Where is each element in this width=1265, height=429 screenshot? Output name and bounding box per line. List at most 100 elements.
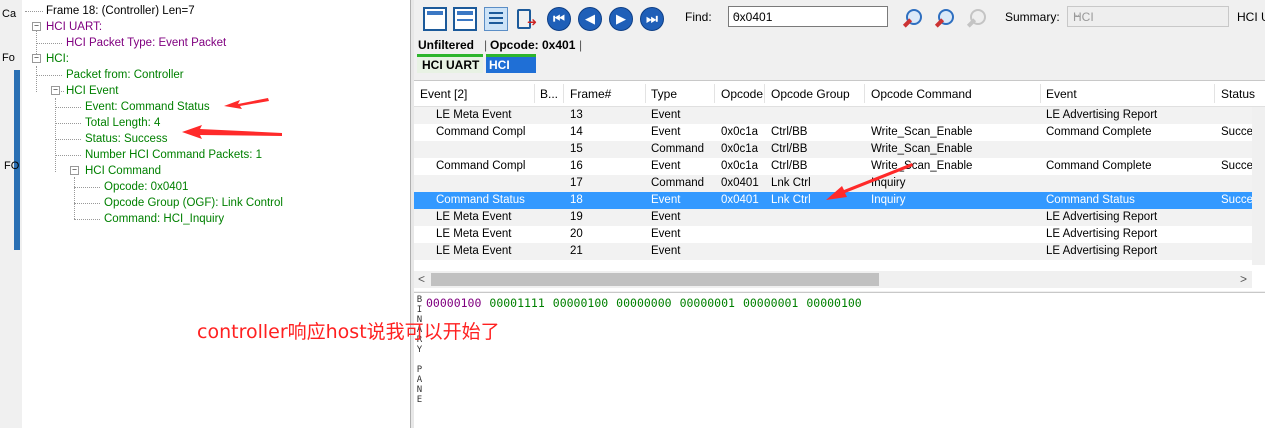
find-clear-icon[interactable] [966,8,989,30]
binary-pane-label: BINARY PANE [416,295,423,405]
column-divider[interactable] [764,84,765,103]
binary-bytes: 00000100 00001111 00000100 00000000 00000001… [426,296,870,310]
first-frame-icon[interactable]: ⏮ [547,7,571,31]
tree-node-hci[interactable]: HCI: [46,52,69,66]
tree-node-packet-from[interactable]: Packet from: Controller [66,68,184,82]
column-divider[interactable] [714,84,715,103]
tree-node-num-packets[interactable]: Number HCI Command Packets: 1 [85,148,262,162]
layout-one-pane-icon[interactable] [423,7,447,31]
tree-guide [74,187,100,188]
collapse-icon[interactable]: − [51,86,60,95]
table-row[interactable]: LE Meta Event 13 Event LE Advertising Repor… [414,107,1252,124]
tree-guide [55,107,81,108]
chevron-down-icon[interactable]: ⌄ [1073,9,1225,20]
column-header-frame[interactable]: Frame# [570,87,611,101]
tab-hci[interactable]: HCI [486,54,536,73]
column-header-type[interactable]: Type [651,87,677,101]
frame-list[interactable]: Event [2] B... Frame# Type Opcode Opcode… [414,80,1265,291]
scrollbar-thumb[interactable] [431,273,879,286]
column-header-opcode[interactable]: Opcode [721,87,763,101]
tree-node-frame[interactable]: Frame 18: (Controller) Len=7 [46,4,195,18]
cell-opcode: 0x0c1a [721,143,759,155]
column-header-b[interactable]: B... [540,87,558,101]
previous-frame-icon[interactable]: ◀ [578,7,602,31]
find-previous-icon[interactable] [902,8,925,30]
table-row[interactable]: LE Meta Event 19 Event LE Advertising Repor… [414,209,1252,226]
cell-type: Command [651,143,705,155]
column-header-opcode-group[interactable]: Opcode Group [771,87,850,101]
column-divider[interactable] [1214,84,1215,103]
tree-guide [55,123,81,124]
cell-opcode-group: Ctrl/BB [771,143,808,155]
find-label: Find: [685,10,712,24]
cell-type: Event [651,194,681,206]
background-fragment: Fo [2,52,15,64]
tree-node-command[interactable]: Command: HCI_Inquiry [104,212,224,226]
collapse-icon[interactable]: − [32,22,41,31]
tree-node-hci-command[interactable]: HCI Command [85,164,161,178]
find-next-icon[interactable] [934,8,957,30]
tab-unfiltered[interactable]: Unfiltered [418,38,474,52]
scroll-left-icon[interactable]: < [418,272,425,286]
table-row[interactable]: LE Meta Event 20 Event LE Advertising Repor… [414,226,1252,243]
tree-guide [74,203,100,204]
cell-opcode-group: Lnk Ctrl [771,194,811,206]
column-divider[interactable] [563,84,564,103]
table-row[interactable]: Command Compl 14 Event 0x0c1a Ctrl/BB Write_S… [414,124,1252,141]
filter-arrow-icon[interactable]: ➜ [515,7,539,31]
tree-node-total-length[interactable]: Total Length: 4 [85,116,160,130]
background-fragment: Ca [2,8,17,20]
binary-pane[interactable]: BINARY PANE 00000100 00001111 00000100 0000… [414,292,1265,429]
table-row[interactable]: 15 Command 0x0c1a Ctrl/BB Write_Scan_Enable [414,141,1252,158]
tab-opcode-filter[interactable]: Opcode: 0x401 [490,38,575,52]
tree-node-opcode-group[interactable]: Opcode Group (OGF): Link Control [104,196,283,210]
tree-guide [74,219,100,220]
vertical-scrollbar[interactable] [1252,107,1265,265]
tree-node-hci-event[interactable]: HCI Event [66,84,118,98]
cell-status: Succes [1221,160,1252,172]
next-frame-icon[interactable]: ▶ [609,7,633,31]
background-window-strip: Ca Fo FO [0,0,23,428]
table-row[interactable]: Command Status 18 Event 0x0401 Lnk Ctrl Inqui… [414,192,1252,209]
column-divider[interactable] [645,84,646,103]
tab-separator: | [579,38,583,52]
binary-byte: 00000000 [616,296,672,310]
decode-tree-pane[interactable]: − − − − Frame 18: (Controller) Len=7 HCI… [22,0,411,428]
tab-hci-uart[interactable]: HCI UART [417,54,483,73]
layout-list-icon[interactable] [484,7,508,31]
tree-node-status[interactable]: Status: Success [85,132,167,146]
summary-select[interactable]: HCI ⌄ [1067,6,1229,27]
column-header-event2[interactable]: Event [2] [420,87,467,101]
horizontal-scrollbar[interactable]: < > [414,271,1252,288]
table-row[interactable]: 17 Command 0x0401 Lnk Ctrl Inquiry [414,175,1252,192]
cell-event: Command Status [1046,194,1135,206]
chevron-down-icon[interactable]: ⌄ [733,9,884,20]
tree-node-packet-type[interactable]: HCI Packet Type: Event Packet [66,36,226,50]
tree-node-opcode[interactable]: Opcode: 0x0401 [104,180,188,194]
column-header-status[interactable]: Status [1221,87,1255,101]
column-header-event[interactable]: Event [1046,87,1077,101]
tab-separator: | [484,38,488,52]
layout-two-pane-icon[interactable] [453,7,477,31]
find-input[interactable]: 0x0401 ⌄ [728,6,888,27]
collapse-icon[interactable]: − [32,54,41,63]
tree-guide [36,43,62,44]
tree-node-event[interactable]: Event: Command Status [85,100,210,114]
cell-event: LE Advertising Report [1046,245,1158,257]
cell-event: Command Complete [1046,160,1152,172]
collapse-icon[interactable]: − [70,166,79,175]
column-divider[interactable] [864,84,865,103]
table-row[interactable]: LE Meta Event 21 Event LE Advertising Repor… [414,243,1252,260]
binary-byte: 00000100 [552,296,609,310]
column-divider[interactable] [1040,84,1041,103]
column-header-opcode-command[interactable]: Opcode Command [871,87,972,101]
cell-frame: 18 [570,194,583,206]
last-frame-icon[interactable]: ⏭ [640,7,664,31]
column-divider[interactable] [534,84,535,103]
tree-node-hci-uart[interactable]: HCI UART: [46,20,102,34]
cell-opcode-command: Inquiry [871,194,906,206]
cell-frame: 20 [570,228,583,240]
scroll-right-icon[interactable]: > [1240,272,1247,286]
table-row[interactable]: Command Compl 16 Event 0x0c1a Ctrl/BB Write_S… [414,158,1252,175]
cell-opcode: 0x0c1a [721,126,759,138]
